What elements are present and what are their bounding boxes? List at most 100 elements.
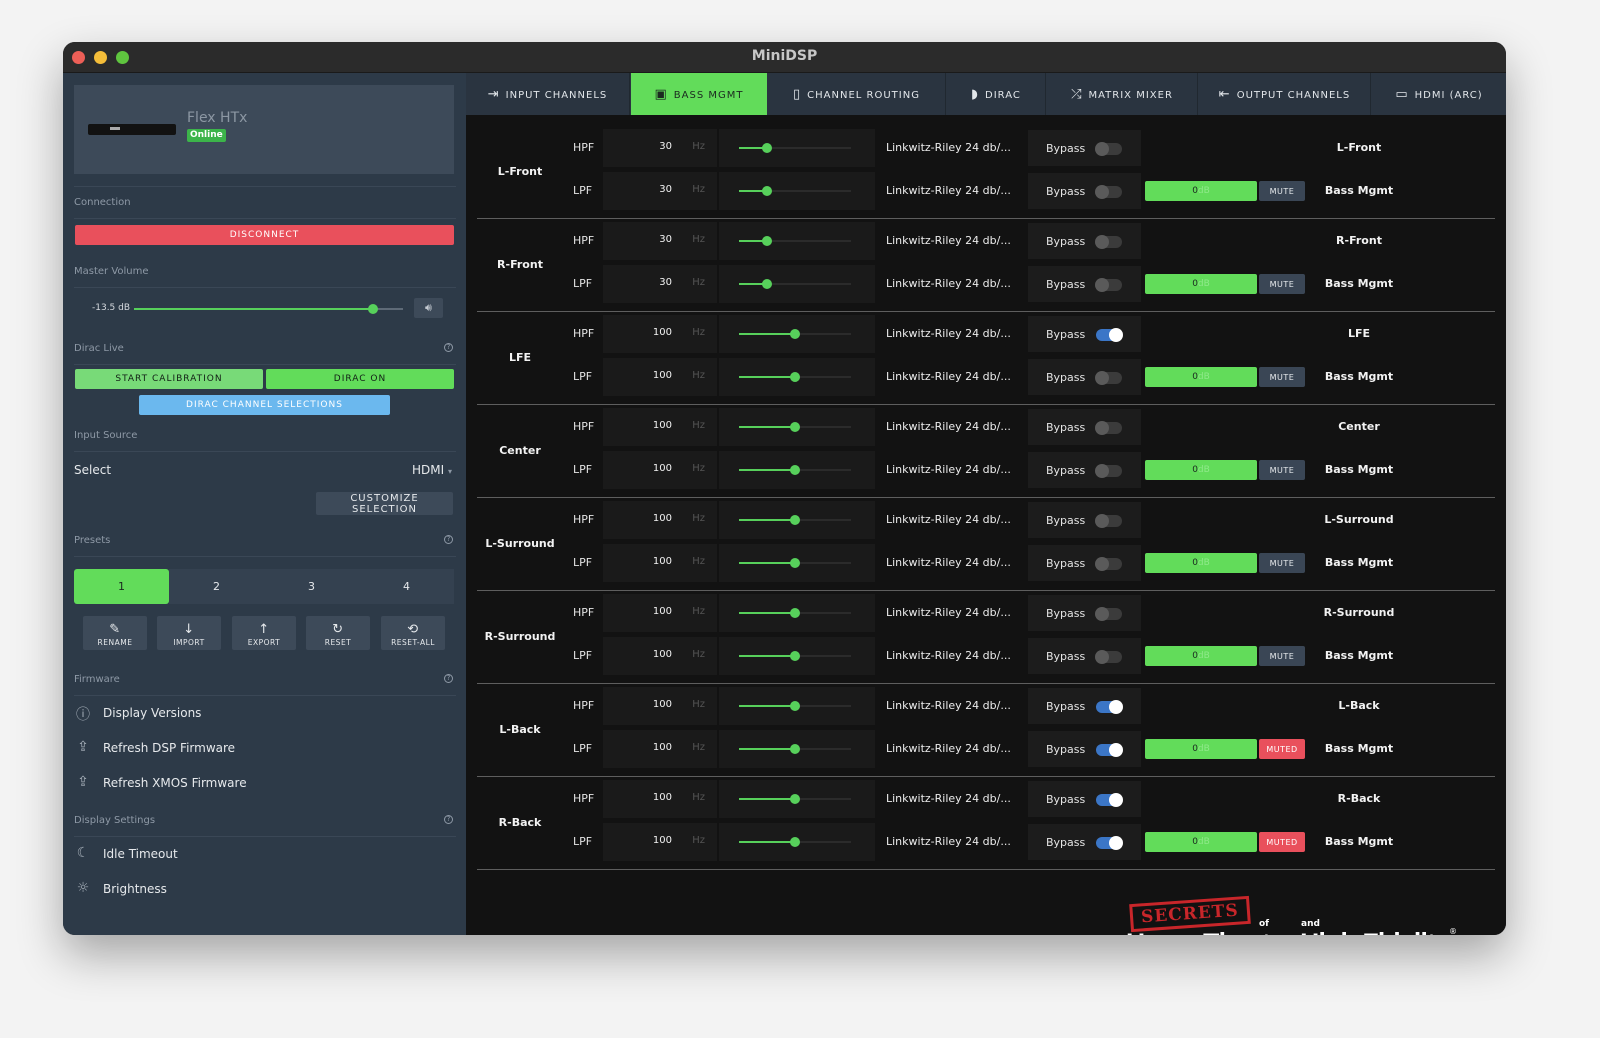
lpf-frequency-input[interactable]: 100 Hz xyxy=(603,730,717,768)
lpf-filter-type-dropdown[interactable]: Linkwitz-Riley 24 db/...▾ xyxy=(886,835,1038,859)
lpf-frequency-input[interactable]: 100 Hz xyxy=(603,823,717,861)
lpf-frequency-input[interactable]: 100 Hz xyxy=(603,358,717,396)
lpf-frequency-slider[interactable] xyxy=(719,358,875,396)
mute-button[interactable]: MUTE xyxy=(1259,553,1305,573)
hpf-frequency-input[interactable]: 100 Hz xyxy=(603,687,717,725)
bass-gain-control[interactable]: 0dB xyxy=(1145,553,1257,573)
lpf-frequency-slider[interactable] xyxy=(719,265,875,303)
master-volume-knob[interactable] xyxy=(368,304,379,314)
bass-gain-control[interactable]: 0dB xyxy=(1145,739,1257,759)
hpf-filter-type-dropdown[interactable]: Linkwitz-Riley 24 db/...▾ xyxy=(886,327,1038,351)
hpf-frequency-slider[interactable] xyxy=(719,780,875,818)
help-icon[interactable]: ? xyxy=(444,535,453,544)
lpf-filter-type-dropdown[interactable]: Linkwitz-Riley 24 db/...▾ xyxy=(886,277,1038,301)
help-icon[interactable]: ? xyxy=(444,815,453,824)
mute-button[interactable]: MUTE xyxy=(1259,367,1305,387)
lpf-bypass-toggle[interactable] xyxy=(1096,743,1123,757)
hpf-filter-type-dropdown[interactable]: Linkwitz-Riley 24 db/...▾ xyxy=(886,141,1038,165)
lpf-filter-type-dropdown[interactable]: Linkwitz-Riley 24 db/...▾ xyxy=(886,463,1038,487)
lpf-bypass-toggle[interactable] xyxy=(1095,278,1122,292)
hpf-bypass-toggle[interactable] xyxy=(1095,607,1122,621)
mute-speaker-button[interactable]: 🔊︎ xyxy=(414,298,443,318)
tab-bass-mgmt[interactable]: ▣ BASS MGMT xyxy=(631,73,767,115)
hpf-filter-type-dropdown[interactable]: Linkwitz-Riley 24 db/...▾ xyxy=(886,792,1038,816)
bass-gain-control[interactable]: 0dB xyxy=(1145,646,1257,666)
dirac-on-button[interactable]: DIRAC ON xyxy=(266,369,454,389)
hpf-frequency-slider[interactable] xyxy=(719,594,875,632)
lpf-filter-type-dropdown[interactable]: Linkwitz-Riley 24 db/...▾ xyxy=(886,742,1038,766)
lpf-filter-type-dropdown[interactable]: Linkwitz-Riley 24 db/...▾ xyxy=(886,649,1038,673)
lpf-frequency-slider[interactable] xyxy=(719,637,875,675)
lpf-frequency-input[interactable]: 100 Hz xyxy=(603,544,717,582)
hpf-bypass-toggle[interactable] xyxy=(1096,328,1123,342)
hpf-frequency-input[interactable]: 30 Hz xyxy=(603,222,717,260)
hpf-frequency-slider[interactable] xyxy=(719,687,875,725)
hpf-filter-type-dropdown[interactable]: Linkwitz-Riley 24 db/...▾ xyxy=(886,234,1038,258)
tab-channel-routing[interactable]: ▯ CHANNEL ROUTING xyxy=(768,73,946,115)
preset-3-button[interactable]: 3 xyxy=(264,569,359,604)
hpf-bypass-toggle[interactable] xyxy=(1095,421,1122,435)
tab-output-channels[interactable]: ⇤ OUTPUT CHANNELS xyxy=(1199,73,1371,115)
mute-button[interactable]: MUTE xyxy=(1259,274,1305,294)
lpf-frequency-slider[interactable] xyxy=(719,730,875,768)
preset-2-button[interactable]: 2 xyxy=(169,569,264,604)
lpf-frequency-input[interactable]: 30 Hz xyxy=(603,265,717,303)
import-preset-button[interactable]: ↓ IMPORT xyxy=(157,616,221,650)
slider-knob[interactable] xyxy=(790,329,800,339)
tab-input-channels[interactable]: ⇥ INPUT CHANNELS xyxy=(466,73,630,115)
lpf-bypass-toggle[interactable] xyxy=(1095,371,1122,385)
slider-knob[interactable] xyxy=(790,794,800,804)
hpf-bypass-toggle[interactable] xyxy=(1096,700,1123,714)
lpf-filter-type-dropdown[interactable]: Linkwitz-Riley 24 db/...▾ xyxy=(886,184,1038,208)
reset-preset-button[interactable]: ↻ RESET xyxy=(306,616,370,650)
rename-preset-button[interactable]: ✎ RENAME xyxy=(83,616,147,650)
slider-knob[interactable] xyxy=(762,279,772,289)
slider-knob[interactable] xyxy=(790,651,800,661)
lpf-frequency-slider[interactable] xyxy=(719,544,875,582)
start-calibration-button[interactable]: START CALIBRATION xyxy=(75,369,263,389)
slider-knob[interactable] xyxy=(790,515,800,525)
hpf-frequency-input[interactable]: 100 Hz xyxy=(603,780,717,818)
lpf-frequency-slider[interactable] xyxy=(719,451,875,489)
reset-all-presets-button[interactable]: ⟲ RESET-ALL xyxy=(381,616,445,650)
dirac-channel-selections-button[interactable]: DIRAC CHANNEL SELECTIONS xyxy=(139,395,390,415)
lpf-frequency-slider[interactable] xyxy=(719,823,875,861)
slider-knob[interactable] xyxy=(790,701,800,711)
master-volume-slider[interactable] xyxy=(134,304,403,314)
hpf-filter-type-dropdown[interactable]: Linkwitz-Riley 24 db/...▾ xyxy=(886,699,1038,723)
tab-matrix-mixer[interactable]: ⤮ MATRIX MIXER xyxy=(1047,73,1198,115)
export-preset-button[interactable]: ↑ EXPORT xyxy=(232,616,296,650)
hpf-filter-type-dropdown[interactable]: Linkwitz-Riley 24 db/...▾ xyxy=(886,420,1038,444)
mute-button[interactable]: MUTED xyxy=(1259,832,1305,852)
slider-knob[interactable] xyxy=(790,465,800,475)
hpf-bypass-toggle[interactable] xyxy=(1095,235,1122,249)
refresh-xmos-firmware-item[interactable]: ⇪ Refresh XMOS Firmware xyxy=(74,771,454,797)
lpf-bypass-toggle[interactable] xyxy=(1095,557,1122,571)
bass-gain-control[interactable]: 0dB xyxy=(1145,832,1257,852)
hpf-frequency-slider[interactable] xyxy=(719,222,875,260)
lpf-bypass-toggle[interactable] xyxy=(1095,185,1122,199)
lpf-filter-type-dropdown[interactable]: Linkwitz-Riley 24 db/...▾ xyxy=(886,556,1038,580)
tab-dirac[interactable]: ◗ DIRAC xyxy=(947,73,1046,115)
mute-button[interactable]: MUTE xyxy=(1259,460,1305,480)
hpf-frequency-slider[interactable] xyxy=(719,408,875,446)
preset-4-button[interactable]: 4 xyxy=(359,569,454,604)
brightness-item[interactable]: ☼ Brightness xyxy=(74,877,454,903)
preset-1-button[interactable]: 1 xyxy=(74,569,169,604)
tab-hdmi-arc[interactable]: ▭ HDMI (ARC) xyxy=(1372,73,1506,115)
bass-gain-control[interactable]: 0dB xyxy=(1145,460,1257,480)
idle-timeout-item[interactable]: ☾ Idle Timeout xyxy=(74,842,454,868)
refresh-dsp-firmware-item[interactable]: ⇪ Refresh DSP Firmware xyxy=(74,736,454,762)
customize-selection-button[interactable]: CUSTOMIZE SELECTION xyxy=(316,492,453,515)
lpf-bypass-toggle[interactable] xyxy=(1095,650,1122,664)
lpf-bypass-toggle[interactable] xyxy=(1096,836,1123,850)
help-icon[interactable]: ? xyxy=(444,343,453,352)
slider-knob[interactable] xyxy=(790,837,800,847)
display-versions-item[interactable]: ⓘ Display Versions xyxy=(74,701,454,727)
hpf-frequency-slider[interactable] xyxy=(719,129,875,167)
help-icon[interactable]: ? xyxy=(444,674,453,683)
hpf-bypass-toggle[interactable] xyxy=(1096,793,1123,807)
hpf-frequency-input[interactable]: 30 Hz xyxy=(603,129,717,167)
lpf-frequency-input[interactable]: 100 Hz xyxy=(603,451,717,489)
mute-button[interactable]: MUTED xyxy=(1259,739,1305,759)
